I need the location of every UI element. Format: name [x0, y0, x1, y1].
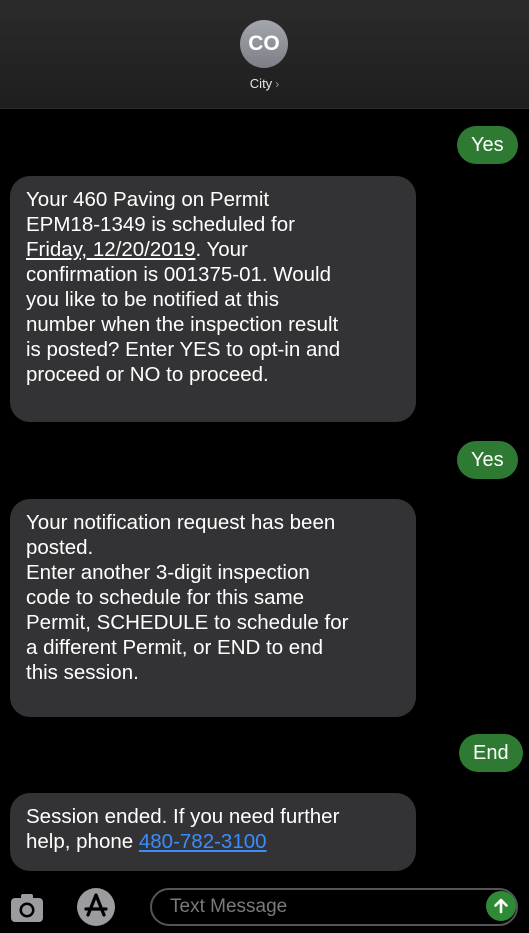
- contact-name: City: [249, 76, 273, 91]
- message-line: Session ended. If you need further: [26, 805, 340, 828]
- messages-screen: CO City › Yes Your 460 Paving on Permit E…: [0, 0, 529, 933]
- message-line: you like to be notified at this: [26, 288, 279, 311]
- message-line: Your 460 Paving on Permit: [26, 188, 270, 211]
- conversation-header: CO City ›: [0, 0, 529, 109]
- message-line: a different Permit, or END to end: [26, 636, 324, 659]
- date-link[interactable]: Friday, 12/20/2019: [26, 238, 195, 261]
- message-composer: Text Message: [0, 884, 529, 933]
- message-input[interactable]: Text Message: [150, 888, 518, 926]
- phone-number-link[interactable]: 480-782-3100: [139, 830, 267, 853]
- message-line: number when the inspection result: [26, 313, 339, 336]
- incoming-message-bubble[interactable]: Your 460 Paving on Permit EPM18-1349 is …: [10, 176, 416, 422]
- arrow-up-icon: [494, 898, 508, 914]
- message-line: Enter another 3-digit inspection: [26, 561, 310, 584]
- outgoing-message-bubble[interactable]: Yes: [457, 441, 518, 479]
- message-line: proceed or NO to proceed.: [26, 363, 269, 386]
- chevron-right-icon: ›: [275, 77, 280, 91]
- incoming-message-bubble[interactable]: Session ended. If you need further help,…: [10, 793, 416, 871]
- camera-icon[interactable]: [10, 891, 44, 925]
- incoming-message-bubble[interactable]: Your notification request has been poste…: [10, 499, 416, 717]
- contact-name-button[interactable]: City ›: [0, 76, 529, 91]
- message-line: confirmation is 001375-01. Would: [26, 263, 332, 286]
- contact-avatar[interactable]: CO: [240, 20, 288, 68]
- message-line: Your notification request has been: [26, 511, 336, 534]
- message-line: this session.: [26, 661, 139, 684]
- outgoing-message-bubble[interactable]: End: [459, 734, 523, 772]
- message-line: Friday, 12/20/2019. Your: [26, 238, 248, 261]
- message-line: posted.: [26, 536, 94, 559]
- message-line: is posted? Enter YES to opt-in and: [26, 338, 341, 361]
- message-line: EPM18-1349 is scheduled for: [26, 213, 295, 236]
- outgoing-message-bubble[interactable]: Yes: [457, 126, 518, 164]
- app-store-icon[interactable]: [76, 887, 116, 927]
- message-line: help, phone 480-782-3100: [26, 830, 267, 853]
- send-button[interactable]: [486, 891, 516, 921]
- message-line: Permit, SCHEDULE to schedule for: [26, 611, 349, 634]
- message-line: code to schedule for this same: [26, 586, 305, 609]
